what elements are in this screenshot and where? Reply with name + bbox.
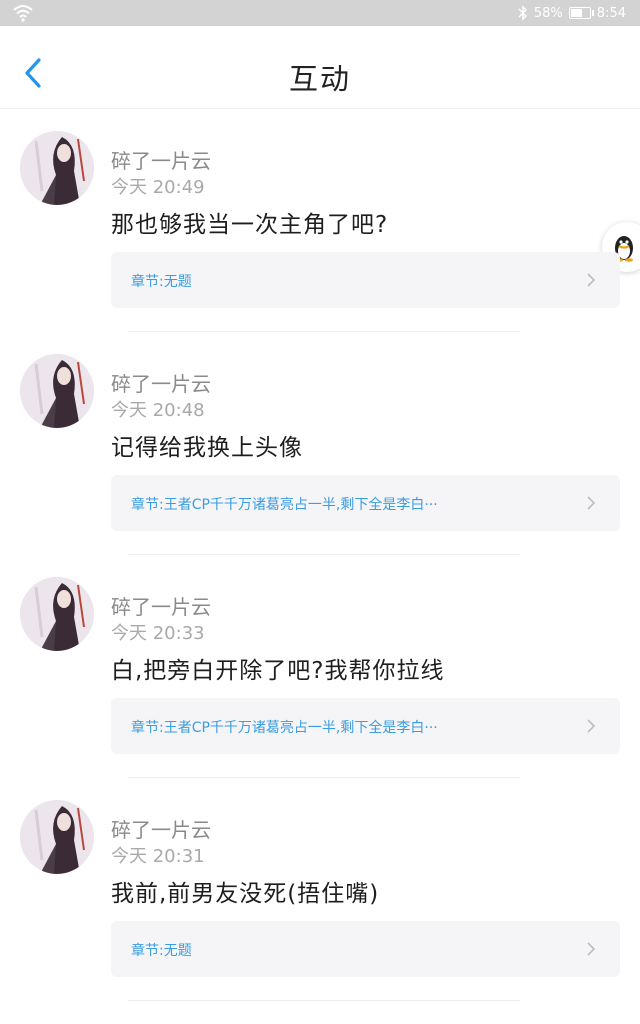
comment-item: 碎了一片云 今天 20:49 那也够我当一次主角了吧? 章节:无题: [0, 109, 640, 332]
chevron-right-icon: [587, 496, 596, 510]
avatar[interactable]: [20, 354, 94, 428]
username: 碎了一片云: [111, 149, 211, 173]
chapter-label: 章节:无题: [131, 943, 192, 959]
username: 碎了一片云: [111, 372, 211, 396]
chapter-link[interactable]: 章节:无题: [111, 252, 620, 308]
chapter-label: 章节:无题: [131, 274, 192, 290]
chapter-link[interactable]: 章节:无题: [111, 921, 620, 977]
top-bar: 互动: [0, 26, 640, 109]
chevron-right-icon: [587, 942, 596, 956]
timestamp: 今天 20:31: [111, 846, 205, 867]
comment-text: 白,把旁白开除了吧?我帮你拉线: [111, 658, 445, 684]
status-bar: 58% 8:54: [0, 0, 640, 26]
comment-item: 碎了一片云 今天 20:33 白,把旁白开除了吧?我帮你拉线 章节:王者CP千千…: [0, 555, 640, 778]
comment-list: 碎了一片云 今天 20:49 那也够我当一次主角了吧? 章节:无题 碎了一片云 …: [0, 109, 640, 1001]
avatar[interactable]: [20, 131, 94, 205]
battery-percent: 58%: [533, 5, 563, 21]
timestamp: 今天 20:48: [111, 400, 205, 421]
timestamp: 今天 20:33: [111, 623, 205, 644]
avatar[interactable]: [20, 800, 94, 874]
clock: 8:54: [596, 5, 626, 21]
wifi-icon: [13, 5, 33, 22]
comment-text: 我前,前男友没死(捂住嘴): [111, 881, 380, 907]
chapter-label: 章节:王者CP千千万诸葛亮占一半,剩下全是李白···: [131, 497, 438, 513]
comment-text: 记得给我换上头像: [111, 435, 303, 461]
chapter-label: 章节:王者CP千千万诸葛亮占一半,剩下全是李白···: [131, 720, 438, 736]
comment-item: 碎了一片云 今天 20:48 记得给我换上头像 章节:王者CP千千万诸葛亮占一半…: [0, 332, 640, 555]
page-title: 互动: [288, 62, 351, 96]
chevron-right-icon: [587, 273, 596, 287]
username: 碎了一片云: [111, 818, 211, 842]
comment-item: 碎了一片云 今天 20:31 我前,前男友没死(捂住嘴) 章节:无题: [0, 778, 640, 1001]
avatar[interactable]: [20, 577, 94, 651]
comment-text: 那也够我当一次主角了吧?: [111, 212, 389, 238]
bluetooth-icon: [518, 5, 527, 21]
battery-icon: [568, 7, 594, 19]
divider: [128, 1000, 520, 1001]
chapter-link[interactable]: 章节:王者CP千千万诸葛亮占一半,剩下全是李白···: [111, 475, 620, 531]
chevron-right-icon: [587, 719, 596, 733]
timestamp: 今天 20:49: [111, 177, 205, 198]
chapter-link[interactable]: 章节:王者CP千千万诸葛亮占一半,剩下全是李白···: [111, 698, 620, 754]
username: 碎了一片云: [111, 595, 211, 619]
